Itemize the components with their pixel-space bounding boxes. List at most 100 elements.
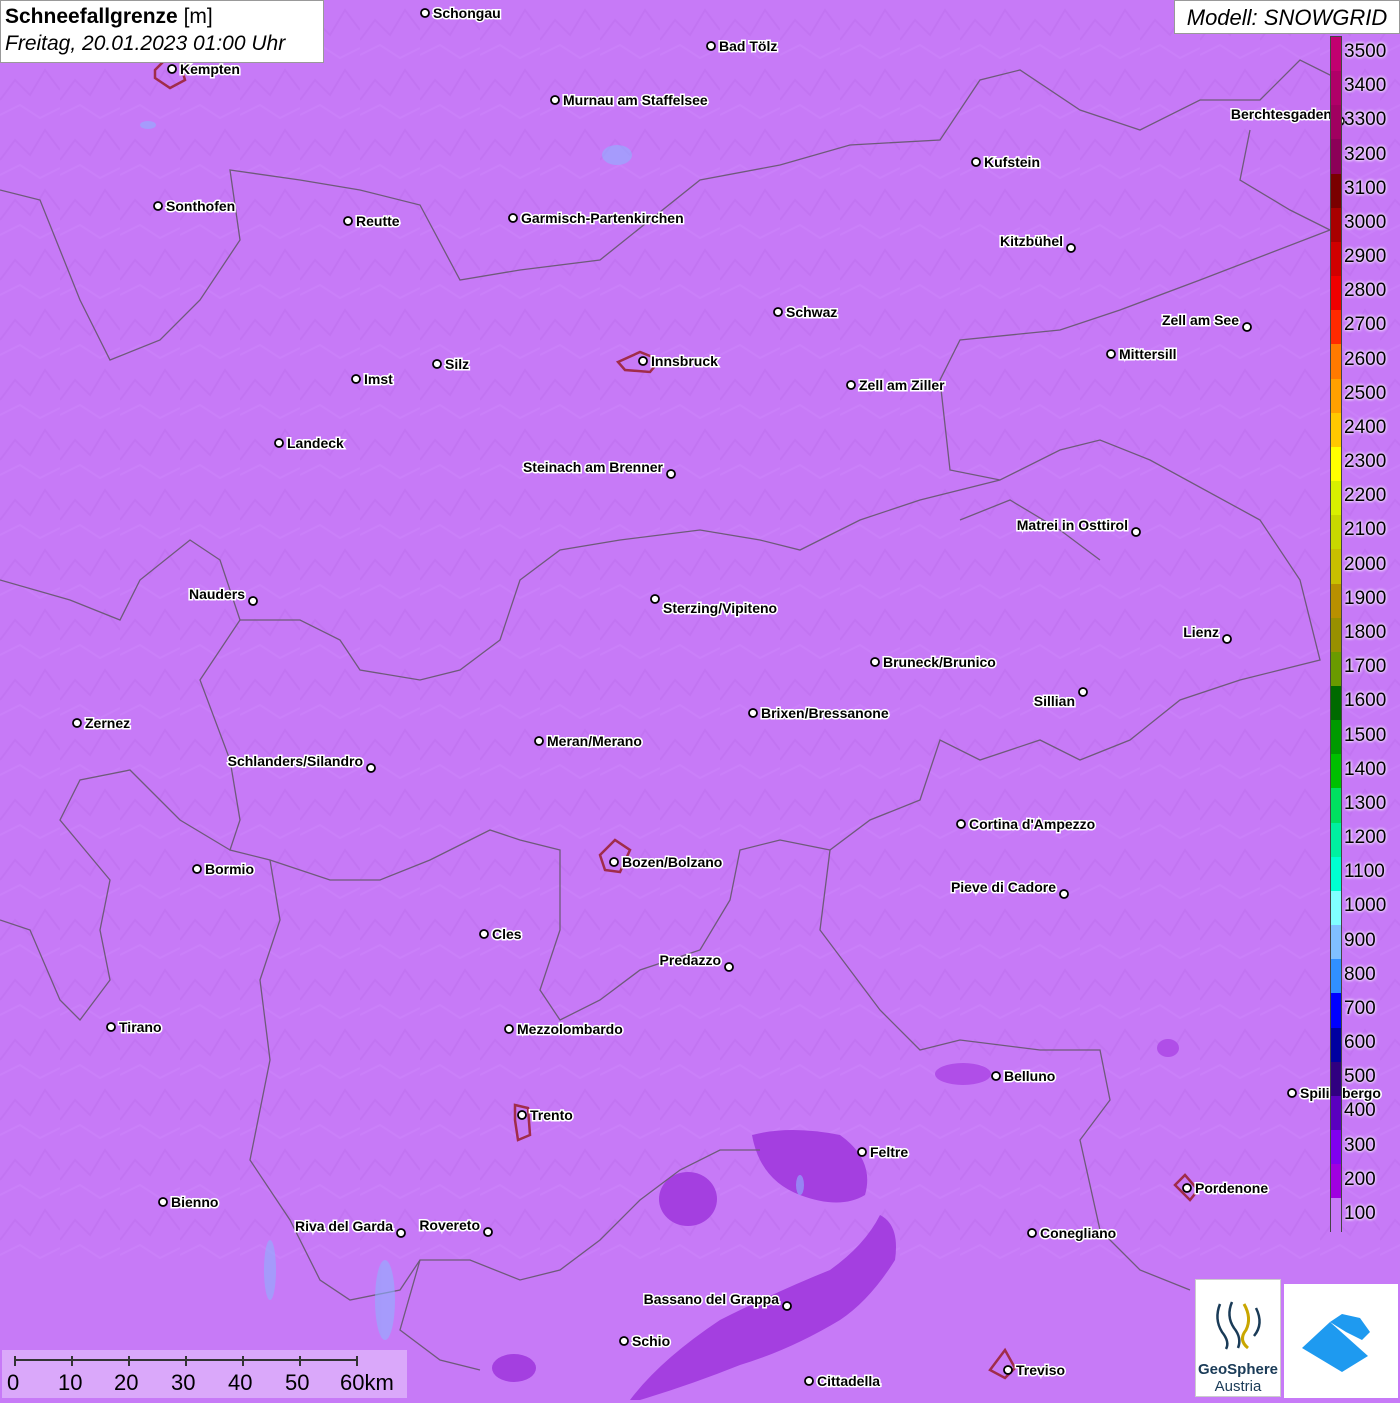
city-label: Schongau — [433, 5, 501, 21]
city-label: Feltre — [870, 1144, 908, 1160]
snowline-map[interactable]: Schongau Bad Tölz Kempten Murnau am Staffel… — [0, 0, 1400, 1400]
legend-label: 500 — [1344, 1066, 1376, 1088]
legend-swatch — [1331, 378, 1341, 413]
city-marker[interactable]: Garmisch-Partenkirchen — [508, 209, 685, 228]
city-label: Schio — [632, 1333, 670, 1349]
scale-tick-label: 20 — [114, 1370, 139, 1395]
legend-label: 1500 — [1344, 724, 1387, 746]
city-marker[interactable]: Pordenone — [1182, 1179, 1270, 1198]
city-label: Berchtesgaden — [1231, 106, 1332, 122]
city-label: Matrei in Osttirol — [1017, 517, 1128, 533]
city-dot-icon — [517, 1110, 527, 1120]
city-dot-icon — [748, 708, 758, 718]
city-label: Pieve di Cadore — [951, 879, 1056, 895]
zone-grappa — [659, 1172, 717, 1226]
city-dot-icon — [534, 736, 544, 746]
city-marker[interactable]: Innsbruck — [638, 352, 720, 371]
city-dot-icon — [1066, 243, 1076, 253]
city-dot-icon — [666, 469, 676, 479]
city-dot-icon — [72, 718, 82, 728]
legend-swatch — [1331, 1061, 1341, 1096]
legend-swatch — [1331, 241, 1341, 277]
city-dot-icon — [479, 929, 489, 939]
city-marker[interactable]: Cittadella — [804, 1372, 882, 1391]
city-label: Nauders — [189, 586, 245, 602]
city-marker[interactable]: Bozen/Bolzano — [609, 853, 724, 872]
legend-swatch — [1331, 1164, 1341, 1199]
city-dot-icon — [1059, 889, 1069, 899]
city-label: Zernez — [85, 715, 130, 731]
legend-swatch — [1331, 685, 1341, 721]
legend-swatch — [1331, 1095, 1341, 1130]
city-marker[interactable]: Meran/Merano — [534, 732, 643, 751]
scale-tick-label: 40 — [228, 1370, 253, 1395]
city-label: Mittersill — [1119, 346, 1177, 362]
city-marker[interactable]: Conegliano — [1027, 1224, 1118, 1243]
city-marker[interactable]: Cortina d'Ampezzo — [956, 815, 1097, 834]
city-dot-icon — [773, 307, 783, 317]
zone-belluno — [935, 1063, 991, 1085]
city-dot-icon — [167, 64, 177, 74]
legend-swatch — [1331, 173, 1341, 208]
city-dot-icon — [248, 596, 258, 606]
city-dot-icon — [857, 1147, 867, 1157]
legend-label: 2500 — [1344, 382, 1387, 404]
city-label: Mezzolombardo — [517, 1021, 623, 1037]
city-label: Bad Tölz — [719, 38, 777, 54]
city-marker[interactable]: Schongau — [420, 4, 502, 23]
scale-tick-label: 10 — [58, 1370, 83, 1395]
legend-label: 2600 — [1344, 348, 1387, 370]
city-label: Cittadella — [817, 1373, 880, 1389]
legend-label: 700 — [1344, 997, 1376, 1019]
legend-swatch — [1331, 1130, 1341, 1165]
legend-label: 1700 — [1344, 656, 1387, 678]
legend-label: 1200 — [1344, 827, 1387, 849]
map-title-box: Schneefallgrenze [m] Freitag, 20.01.2023… — [0, 0, 324, 63]
city-dot-icon — [846, 380, 856, 390]
city-dot-icon — [706, 41, 716, 51]
scale-tick-label: 50 — [285, 1370, 310, 1395]
parameter-unit: [m] — [183, 5, 213, 28]
city-label: Bienno — [171, 1194, 218, 1210]
city-label: Treviso — [1016, 1362, 1065, 1378]
city-label: Innsbruck — [651, 353, 718, 369]
city-label: Landeck — [287, 435, 344, 451]
city-marker[interactable]: Mezzolombardo — [504, 1020, 624, 1039]
legend-swatch — [1331, 37, 1341, 72]
legend-label: 3200 — [1344, 143, 1387, 165]
legend-label: 2100 — [1344, 519, 1387, 541]
city-label: Schlanders/Silandro — [228, 753, 363, 769]
legend-label: 2800 — [1344, 280, 1387, 302]
legend-label: 1400 — [1344, 758, 1387, 780]
city-dot-icon — [366, 763, 376, 773]
legend-label: 2300 — [1344, 451, 1387, 473]
legend-label: 900 — [1344, 929, 1376, 951]
city-label: Rovereto — [419, 1217, 480, 1233]
city-marker[interactable]: Murnau am Staffelsee — [550, 91, 709, 110]
geosphere-logo[interactable]: GeoSphere Austria — [1195, 1279, 1281, 1397]
city-marker[interactable]: Brixen/Bressanone — [748, 704, 890, 723]
city-dot-icon — [1106, 349, 1116, 359]
legend-swatch — [1331, 549, 1341, 584]
city-marker[interactable]: Sonthofen — [153, 197, 237, 216]
legend-label: 2200 — [1344, 485, 1387, 507]
city-label: Kufstein — [984, 154, 1040, 170]
city-label: Lienz — [1183, 624, 1219, 640]
city-dot-icon — [158, 1197, 168, 1207]
legend-label: 3000 — [1344, 211, 1387, 233]
legend-swatch — [1331, 890, 1341, 926]
legend-label: 2400 — [1344, 416, 1387, 438]
legend-label: 1600 — [1344, 690, 1387, 712]
city-marker[interactable]: Bruneck/Brunico — [870, 653, 997, 672]
scale-tick-label: 30 — [171, 1370, 196, 1395]
snowgrid-logo[interactable] — [1284, 1284, 1398, 1398]
legend-swatch — [1331, 822, 1341, 857]
city-dot-icon — [804, 1376, 814, 1386]
city-dot-icon — [483, 1227, 493, 1237]
city-marker[interactable]: Zell am Ziller — [846, 376, 947, 395]
legend-swatch — [1331, 446, 1341, 482]
legend-swatch — [1331, 925, 1341, 960]
geosphere-logo-line1: GeoSphere — [1197, 1361, 1279, 1378]
city-label: Murnau am Staffelsee — [563, 92, 708, 108]
legend-swatch — [1331, 1198, 1341, 1233]
